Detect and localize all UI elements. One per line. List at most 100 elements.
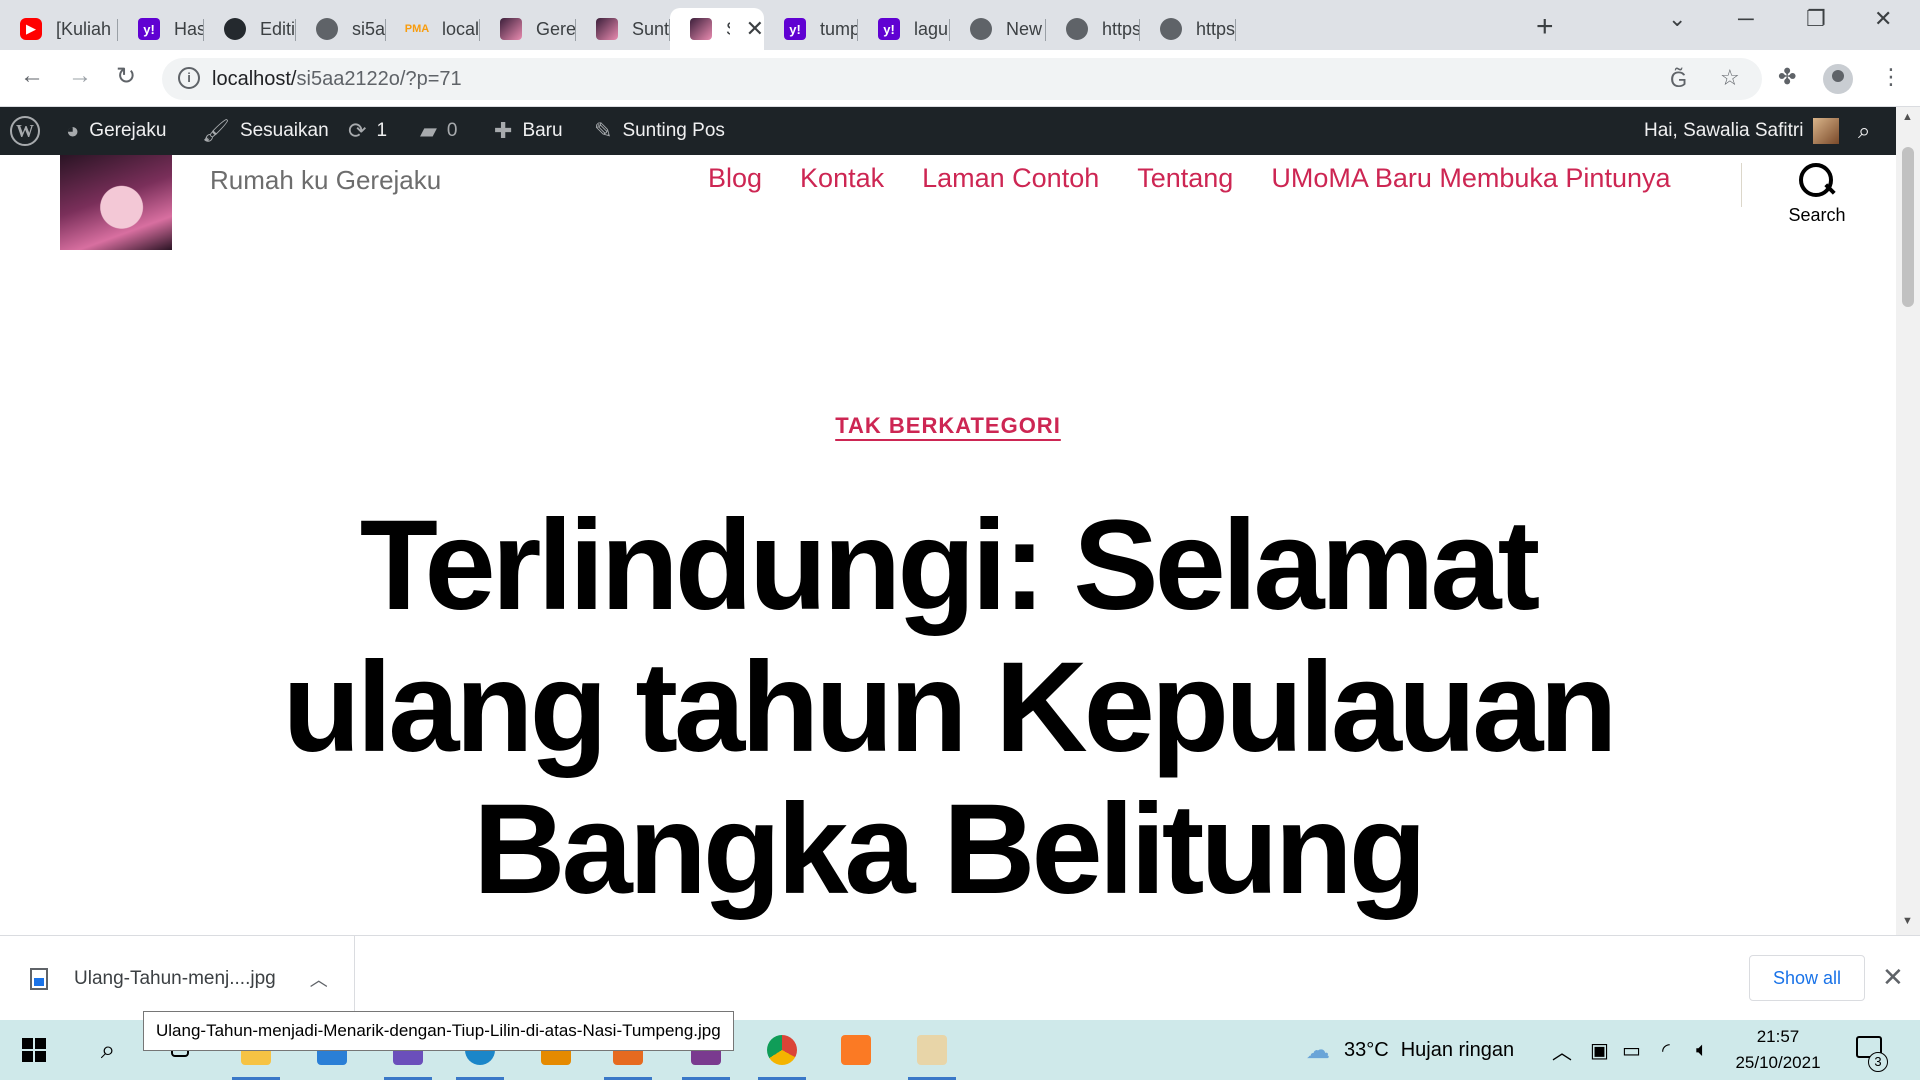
page-content: Rumah ku Gerejaku Blog Kontak Laman Contoh… (0, 155, 1896, 935)
scrollbar-thumb[interactable] (1902, 147, 1914, 307)
wp-admin-bar: W ◕ Gerejaku 🖌︎ Sesuaikan ⟳ 1 ▰ 0 ✚ Baru… (0, 107, 1920, 155)
site-avatar-icon (596, 18, 618, 40)
dashboard-gauge-icon: ◕ (66, 118, 80, 143)
browser-tab[interactable]: y! lagu se (858, 8, 950, 50)
nav-item-kontak[interactable]: Kontak (800, 163, 884, 194)
admin-updates[interactable]: ⟳ 1 (348, 107, 387, 155)
tab-title: Sel (726, 19, 730, 40)
chevron-up-icon[interactable]: ︿ (310, 966, 328, 992)
tab-title: tumpe (820, 18, 858, 39)
scroll-up-arrow-icon[interactable]: ▲ (1902, 111, 1913, 123)
browser-tab[interactable]: Sel ✕ (670, 8, 764, 50)
admin-comments[interactable]: ▰ 0 (420, 107, 458, 155)
admin-customize[interactable]: 🖌︎ Sesuaikan (202, 107, 329, 155)
globe-icon (970, 18, 992, 40)
start-button[interactable] (4, 1020, 64, 1080)
browser-tab[interactable]: https:/ (1046, 8, 1140, 50)
browser-tab[interactable]: y! Hasil C (118, 8, 204, 50)
reload-icon[interactable]: ↻ (116, 62, 136, 91)
address-bar[interactable]: i localhost/si5aa2122o/?p=71 G̃ ☆ (162, 58, 1762, 100)
taskbar-search-icon[interactable]: ⌕ (78, 1020, 138, 1080)
admin-site-name[interactable]: ◕ Gerejaku (66, 107, 166, 155)
admin-customize-label: Sesuaikan (239, 120, 329, 141)
admin-my-account[interactable]: Hai, Sawalia Safitri (1644, 107, 1840, 155)
browser-tab[interactable]: Gereja (480, 8, 576, 50)
browser-tab[interactable]: Editing (204, 8, 296, 50)
browser-tab[interactable]: ▶ [Kuliah (0, 8, 118, 50)
browser-tab[interactable]: https:/ (1140, 8, 1236, 50)
close-icon[interactable]: ✕ (1882, 962, 1904, 993)
close-window-button[interactable]: ✕ (1874, 6, 1892, 32)
site-logo[interactable] (60, 155, 172, 250)
system-clock[interactable]: 21:57 25/10/2021 (1728, 1024, 1828, 1076)
browser-tab[interactable]: PMA localhc (386, 8, 480, 50)
url-text[interactable]: localhost/si5aa2122o/?p=71 (212, 68, 462, 91)
minimize-button[interactable]: ─ (1738, 6, 1754, 32)
restore-button[interactable]: ❐ (1806, 6, 1826, 32)
admin-edit-post-label: Sunting Pos (622, 120, 725, 141)
primary-menu: Blog Kontak Laman Contoh Tentang UMoMA Baru … (708, 163, 1671, 194)
meet-now-icon[interactable]: ▣ (1590, 1020, 1609, 1080)
tab-title: https:/ (1102, 18, 1140, 39)
back-arrow-icon[interactable]: ← (20, 62, 44, 90)
menu-kebab-icon[interactable]: ⋮ (1880, 64, 1902, 90)
yahoo-icon: y! (138, 18, 160, 40)
admin-new-content[interactable]: ✚ Baru (494, 107, 563, 155)
search-toggle[interactable]: Search (1762, 163, 1872, 226)
weather-temp: 33°C (1344, 1038, 1389, 1061)
post-category: TAK BERKATEGORI (0, 413, 1896, 439)
post-title: Terlindungi: Selamat ulang tahun Kepulau… (282, 494, 1617, 921)
paintbrush-icon: 🖌︎ (202, 118, 230, 143)
tab-close-icon[interactable]: ✕ (746, 16, 764, 42)
browser-toolbar: ← → ↻ i localhost/si5aa2122o/?p=71 G̃ ☆ … (0, 50, 1920, 107)
image-file-icon (30, 967, 48, 990)
updates-count: 1 (376, 120, 388, 141)
browser-tab[interactable]: si5a21 (296, 8, 386, 50)
admin-edit-post[interactable]: ✎ Sunting Pos (594, 107, 725, 155)
battery-icon[interactable]: ▭ (1622, 1020, 1641, 1080)
bookmark-star-icon[interactable]: ☆ (1720, 65, 1740, 91)
search-toggle-label: Search (1788, 205, 1846, 225)
browser-tab[interactable]: y! tumpe (764, 8, 858, 50)
nav-item-blog[interactable]: Blog (708, 163, 762, 194)
volume-icon[interactable]: 🔈︎ (1696, 1020, 1708, 1080)
yahoo-icon: y! (784, 18, 806, 40)
nav-item-tentang[interactable]: Tentang (1137, 163, 1233, 194)
profile-avatar-icon[interactable] (1823, 64, 1853, 94)
wifi-icon[interactable]: ◜ (1662, 1020, 1670, 1080)
download-file-name: Ulang-Tahun-menj....jpg (74, 967, 276, 989)
wordpress-logo-icon: W (10, 116, 40, 146)
site-title[interactable]: Rumah ku Gerejaku (210, 165, 441, 196)
tray-chevron-up-icon[interactable]: ︿ (1552, 1020, 1572, 1080)
nav-divider (1741, 163, 1742, 207)
tab-search-chevron-icon[interactable]: ⌄ (1668, 6, 1686, 32)
browser-tab[interactable]: Sunting (576, 8, 670, 50)
scroll-down-arrow-icon[interactable]: ▼ (1902, 915, 1913, 927)
new-tab-button[interactable]: + (1536, 10, 1554, 44)
comments-count: 0 (446, 120, 458, 141)
globe-icon (1066, 18, 1088, 40)
show-all-button[interactable]: Show all (1749, 955, 1865, 1001)
tab-title: [Kuliah (56, 18, 110, 39)
translate-icon[interactable]: G̃ (1670, 67, 1687, 93)
page-scrollbar[interactable]: ▲ ▼ (1896, 107, 1920, 935)
chrome-icon[interactable] (752, 1020, 812, 1080)
site-info-icon[interactable]: i (178, 67, 200, 89)
extensions-puzzle-icon[interactable]: ✤ (1778, 64, 1796, 90)
search-icon (1799, 163, 1835, 199)
weather-widget[interactable]: ☁ 33°C Hujan ringan (1306, 1020, 1514, 1080)
category-link[interactable]: TAK BERKATEGORI (835, 413, 1061, 438)
nav-item-umoma-baru-membuka-pintunya[interactable]: UMoMA Baru Membuka Pintunya (1271, 163, 1670, 194)
browser-tab[interactable]: New Ta (950, 8, 1046, 50)
admin-search[interactable]: ⌕ (1858, 107, 1870, 155)
xampp-icon[interactable] (826, 1020, 886, 1080)
nav-item-laman-contoh[interactable]: Laman Contoh (922, 163, 1099, 194)
globe-icon (1160, 18, 1182, 40)
forward-arrow-icon[interactable]: → (68, 62, 92, 90)
search-icon: ⌕ (1858, 118, 1871, 143)
tab-strip: + ⌄ ─ ❐ ✕ ▶ [Kuliah y! Hasil C Editing si5a21… (0, 0, 1920, 50)
paint-icon[interactable] (902, 1020, 962, 1080)
globe-icon (316, 18, 338, 40)
wp-logo-menu[interactable]: W (10, 107, 40, 155)
download-item[interactable]: Ulang-Tahun-menj....jpg ︿ (0, 936, 355, 1021)
